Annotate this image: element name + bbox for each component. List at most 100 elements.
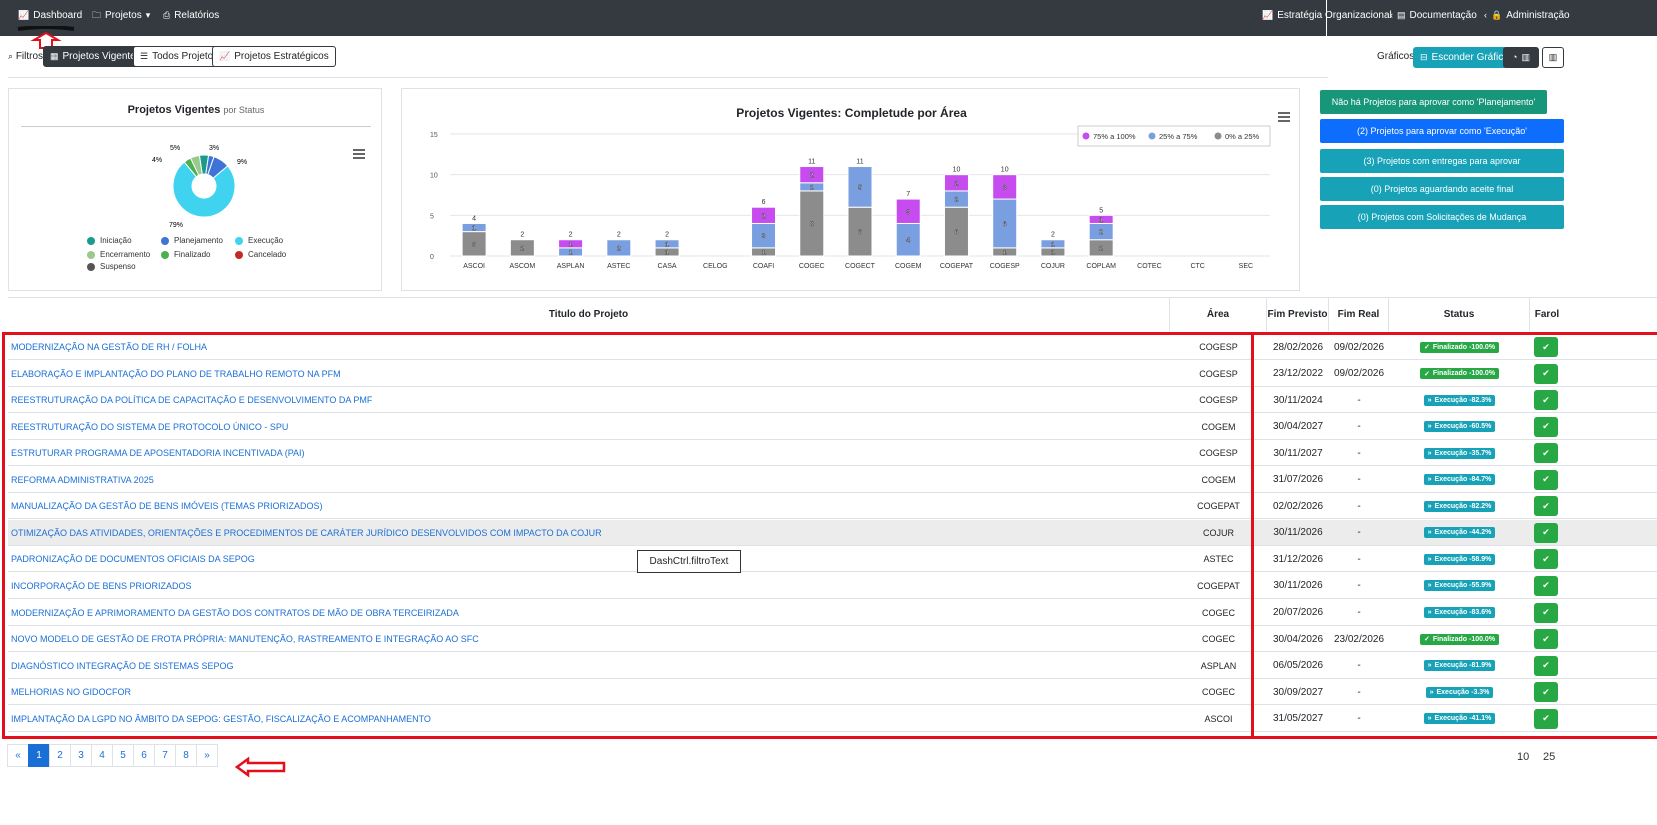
farol-button[interactable]: ✔: [1534, 549, 1558, 570]
fast-forward-icon: »: [1427, 582, 1432, 590]
bar-segment-label: 3: [762, 233, 766, 240]
action-aprovar-execucao[interactable]: (2) Projetos para aprovar como 'Execução…: [1320, 119, 1564, 143]
cell-farol: ✔: [1534, 600, 1558, 626]
header-fim-real[interactable]: Fim Real: [1329, 298, 1389, 331]
cell-status: » Execução -35.7%: [1389, 440, 1530, 466]
page-5[interactable]: 5: [112, 744, 134, 767]
farol-button[interactable]: ✔: [1534, 522, 1558, 543]
farol-button[interactable]: ✔: [1534, 469, 1558, 490]
status-badge: ✓ Finalizado -100.0%: [1419, 341, 1500, 353]
bar-segment-label: 2: [955, 197, 959, 204]
legend-planejamento[interactable]: Planejamento: [161, 236, 223, 245]
legend-cancelado[interactable]: Cancelado: [235, 250, 286, 259]
bar-total-label: 11: [808, 159, 815, 166]
legend-label: Cancelado: [248, 250, 287, 259]
bar-chart-button[interactable]: ▥: [1542, 47, 1564, 68]
page-8[interactable]: 8: [175, 744, 197, 767]
nav-documentacao[interactable]: ‹ ▤ Documentação: [1390, 10, 1477, 21]
bar-segment-label: 3: [1003, 184, 1007, 191]
legend-dot: [235, 250, 243, 259]
action-aceite-final[interactable]: (0) Projetos aguardando aceite final: [1320, 177, 1564, 201]
page-size-25[interactable]: 25: [1543, 751, 1555, 763]
header-fim-previsto[interactable]: Fim Previsto: [1267, 298, 1329, 331]
farol-button[interactable]: ✔: [1534, 682, 1558, 703]
pie-menu-icon[interactable]: [353, 149, 365, 161]
header-farol[interactable]: Farol: [1530, 298, 1564, 331]
top-navbar: 📈 Dashboard 🗀 Projetos ▾ ⎙ Relatórios 📈 …: [0, 0, 1657, 36]
nav-administracao-label: Administração: [1506, 10, 1570, 21]
farol-button[interactable]: ✔: [1534, 337, 1558, 357]
x-tick-label: COGECT: [845, 263, 876, 270]
pie-bar-toggle-button[interactable]: ◔ ▥: [1503, 47, 1539, 68]
farol-button[interactable]: ✔: [1534, 363, 1558, 384]
filter-estrategicos-button[interactable]: 📈 Projetos Estratégicos: [212, 46, 336, 67]
cell-status: » Execução -44.2%: [1389, 520, 1530, 546]
page-6[interactable]: 6: [133, 744, 155, 767]
cell-fim-real: 09/02/2026: [1333, 341, 1385, 353]
nav-estrategia-label: Estratégia Organizacional: [1277, 10, 1392, 21]
fast-forward-icon: »: [1427, 609, 1432, 616]
page-3[interactable]: 3: [70, 744, 92, 767]
legend-label: Encerramento: [100, 250, 151, 259]
status-badge: » Execução -60.5%: [1423, 421, 1496, 433]
legend-encerramento[interactable]: Encerramento: [87, 250, 150, 259]
nav-projetos[interactable]: 🗀 Projetos ▾: [92, 10, 150, 21]
nav-relatorios[interactable]: ⎙ Relatórios: [163, 10, 219, 21]
farol-button[interactable]: ✔: [1534, 496, 1558, 517]
filter-divider: [8, 77, 1328, 78]
status-badge: » Execução -35.7%: [1423, 447, 1496, 459]
annotation-box-top-right: [1254, 332, 1657, 335]
legend-suspenso[interactable]: Suspenso: [87, 262, 136, 271]
page-prev[interactable]: «: [7, 744, 29, 767]
cell-fim-previsto: 30/11/2024: [1273, 394, 1323, 406]
check-circle-icon: ✓: [1423, 636, 1430, 644]
status-badge: » Execução -44.2%: [1423, 527, 1496, 539]
filter-vigentes-button[interactable]: ▦ Projetos Vigentes: [43, 46, 148, 67]
farol-button[interactable]: ✔: [1534, 602, 1558, 623]
nav-estrategia[interactable]: 📈 Estratégia Organizacional: [1262, 10, 1392, 21]
cell-fim-previsto: 23/12/2022: [1272, 368, 1324, 380]
lock-icon: 🔒: [1491, 10, 1503, 20]
cell-fim-previsto: 30/11/2026: [1273, 580, 1323, 592]
pie-subtitle-text: por Status: [223, 105, 265, 115]
nav-administracao[interactable]: ‹ 🔒 Administração: [1484, 10, 1570, 21]
page-4[interactable]: 4: [91, 744, 113, 767]
header-area[interactable]: Área: [1170, 298, 1267, 331]
farol-button[interactable]: ✔: [1534, 708, 1558, 729]
bar-total-label: 7: [906, 191, 910, 198]
farol-button[interactable]: ✔: [1534, 655, 1558, 676]
status-text: Execução -83.6%: [1434, 609, 1492, 616]
page-size-10[interactable]: 10: [1517, 751, 1529, 763]
page-next[interactable]: »: [196, 744, 218, 767]
check-circle-icon: ✔: [1542, 713, 1550, 724]
farol-button[interactable]: ✔: [1534, 443, 1558, 464]
action-solicitacoes-mudanca[interactable]: (0) Projetos com Solicitações de Mudança: [1320, 205, 1564, 229]
farol-button[interactable]: ✔: [1534, 575, 1558, 596]
status-text: Finalizado -100.0%: [1432, 635, 1496, 643]
farol-button[interactable]: ✔: [1534, 390, 1558, 411]
header-titulo[interactable]: Titulo do Projeto: [8, 298, 1170, 331]
status-badge: » Execução -81.9%: [1423, 660, 1496, 672]
page-2[interactable]: 2: [49, 744, 71, 767]
farol-button[interactable]: ✔: [1534, 416, 1558, 437]
line-chart-icon: 📈: [1262, 10, 1274, 20]
legend-finalizado[interactable]: Finalizado: [161, 250, 210, 259]
page-1[interactable]: 1: [28, 744, 50, 767]
search-icon: ⌕: [8, 51, 14, 61]
action-aprovar-planejamento[interactable]: Não há Projetos para aprovar como 'Plane…: [1320, 90, 1547, 114]
x-tick-label: COJUR: [1041, 263, 1065, 270]
status-text: Execução -44.2%: [1434, 529, 1492, 537]
fast-forward-icon: »: [1427, 476, 1432, 484]
header-status[interactable]: Status: [1389, 298, 1530, 331]
status-text: Execução -41.1%: [1434, 715, 1492, 723]
caret-left-icon: ‹: [1484, 10, 1487, 20]
legend-iniciacao[interactable]: Iniciação: [87, 236, 132, 245]
page-7[interactable]: 7: [154, 744, 176, 767]
cell-farol: ✔: [1534, 467, 1558, 493]
nav-documentacao-label: Documentação: [1409, 10, 1477, 21]
farol-button[interactable]: ✔: [1534, 629, 1558, 650]
legend-execucao[interactable]: Execução: [235, 236, 283, 245]
status-text: Finalizado -100.0%: [1432, 370, 1496, 378]
action-entregas-aprovar[interactable]: (3) Projetos com entregas para aprovar: [1320, 149, 1564, 173]
nav-dashboard[interactable]: 📈 Dashboard: [18, 10, 82, 21]
